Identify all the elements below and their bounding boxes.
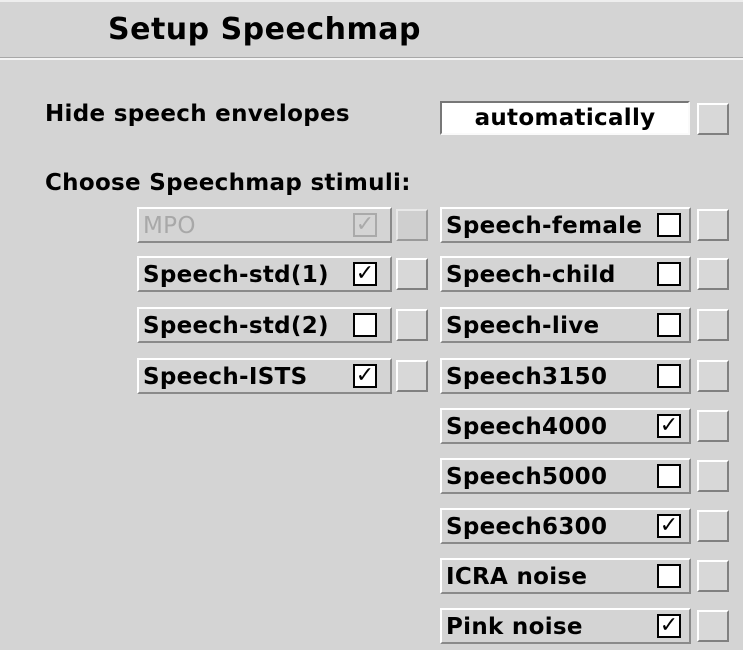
stimulus-options-button[interactable]: [697, 360, 729, 392]
stimulus-checkbox[interactable]: [657, 364, 681, 388]
hide-envelopes-label: Hide speech envelopes: [45, 101, 350, 127]
stimulus-speech3150[interactable]: Speech3150: [440, 358, 691, 394]
stimulus-label: Speech4000: [446, 414, 608, 440]
stimulus-checkbox[interactable]: [657, 262, 681, 286]
stimulus-label: Speech3150: [446, 364, 608, 390]
stimuli-section-label: Choose Speechmap stimuli:: [45, 170, 411, 196]
stimulus-options-button[interactable]: [697, 610, 729, 642]
stimulus-speech-std-2[interactable]: Speech-std(2): [137, 307, 392, 343]
stimulus-options-button[interactable]: [697, 258, 729, 290]
title-divider: [0, 57, 743, 60]
stimulus-speech-child[interactable]: Speech-child: [440, 256, 691, 292]
stimulus-checkbox[interactable]: ✓: [657, 414, 681, 438]
stimulus-label: Speech-std(1): [143, 262, 329, 288]
stimulus-checkbox[interactable]: [657, 564, 681, 588]
hide-envelopes-dropdown-button[interactable]: [697, 103, 729, 135]
stimulus-options-button[interactable]: [396, 309, 428, 341]
stimulus-speech-ists[interactable]: Speech-ISTS ✓: [137, 358, 392, 394]
stimulus-options-button[interactable]: [697, 309, 729, 341]
stimulus-checkbox[interactable]: ✓: [353, 364, 377, 388]
stimulus-label: Speech-std(2): [143, 313, 329, 339]
stimulus-checkbox[interactable]: ✓: [657, 614, 681, 638]
stimulus-checkbox[interactable]: [657, 464, 681, 488]
stimulus-options-button[interactable]: [697, 410, 729, 442]
stimulus-pink-noise[interactable]: Pink noise ✓: [440, 608, 691, 644]
stimulus-options-button[interactable]: [697, 560, 729, 592]
stimulus-speech5000[interactable]: Speech5000: [440, 458, 691, 494]
stimulus-speech4000[interactable]: Speech4000 ✓: [440, 408, 691, 444]
stimulus-options-button[interactable]: [396, 360, 428, 392]
hide-envelopes-field[interactable]: automatically: [440, 101, 690, 135]
stimulus-checkbox: ✓: [353, 213, 377, 237]
stimulus-label: Pink noise: [446, 614, 583, 640]
stimulus-label: Speech-female: [446, 213, 643, 239]
stimulus-checkbox[interactable]: [353, 313, 377, 337]
stimulus-speech-std-1[interactable]: Speech-std(1) ✓: [137, 256, 392, 292]
stimulus-mpo: MPO ✓: [137, 207, 392, 243]
stimulus-speech6300[interactable]: Speech6300 ✓: [440, 508, 691, 544]
stimulus-label: Speech-child: [446, 262, 616, 288]
stimulus-label: Speech-ISTS: [143, 364, 308, 390]
stimulus-options-button[interactable]: [697, 510, 729, 542]
stimulus-checkbox[interactable]: [657, 313, 681, 337]
stimulus-options-button[interactable]: [396, 258, 428, 290]
stimulus-checkbox[interactable]: ✓: [657, 514, 681, 538]
stimulus-options-button[interactable]: [697, 209, 729, 241]
stimulus-checkbox[interactable]: ✓: [353, 262, 377, 286]
stimulus-icra-noise[interactable]: ICRA noise: [440, 558, 691, 594]
stimulus-options-button: [396, 209, 428, 241]
stimulus-label: Speech-live: [446, 313, 600, 339]
stimulus-label: Speech6300: [446, 514, 608, 540]
stimulus-speech-female[interactable]: Speech-female: [440, 207, 691, 243]
stimulus-label: MPO: [143, 213, 196, 239]
stimulus-label: Speech5000: [446, 464, 608, 490]
stimulus-speech-live[interactable]: Speech-live: [440, 307, 691, 343]
stimulus-label: ICRA noise: [446, 564, 588, 590]
page-title: Setup Speechmap: [108, 12, 421, 47]
stimulus-options-button[interactable]: [697, 460, 729, 492]
stimulus-checkbox[interactable]: [657, 213, 681, 237]
title-bar: Setup Speechmap: [0, 0, 743, 58]
